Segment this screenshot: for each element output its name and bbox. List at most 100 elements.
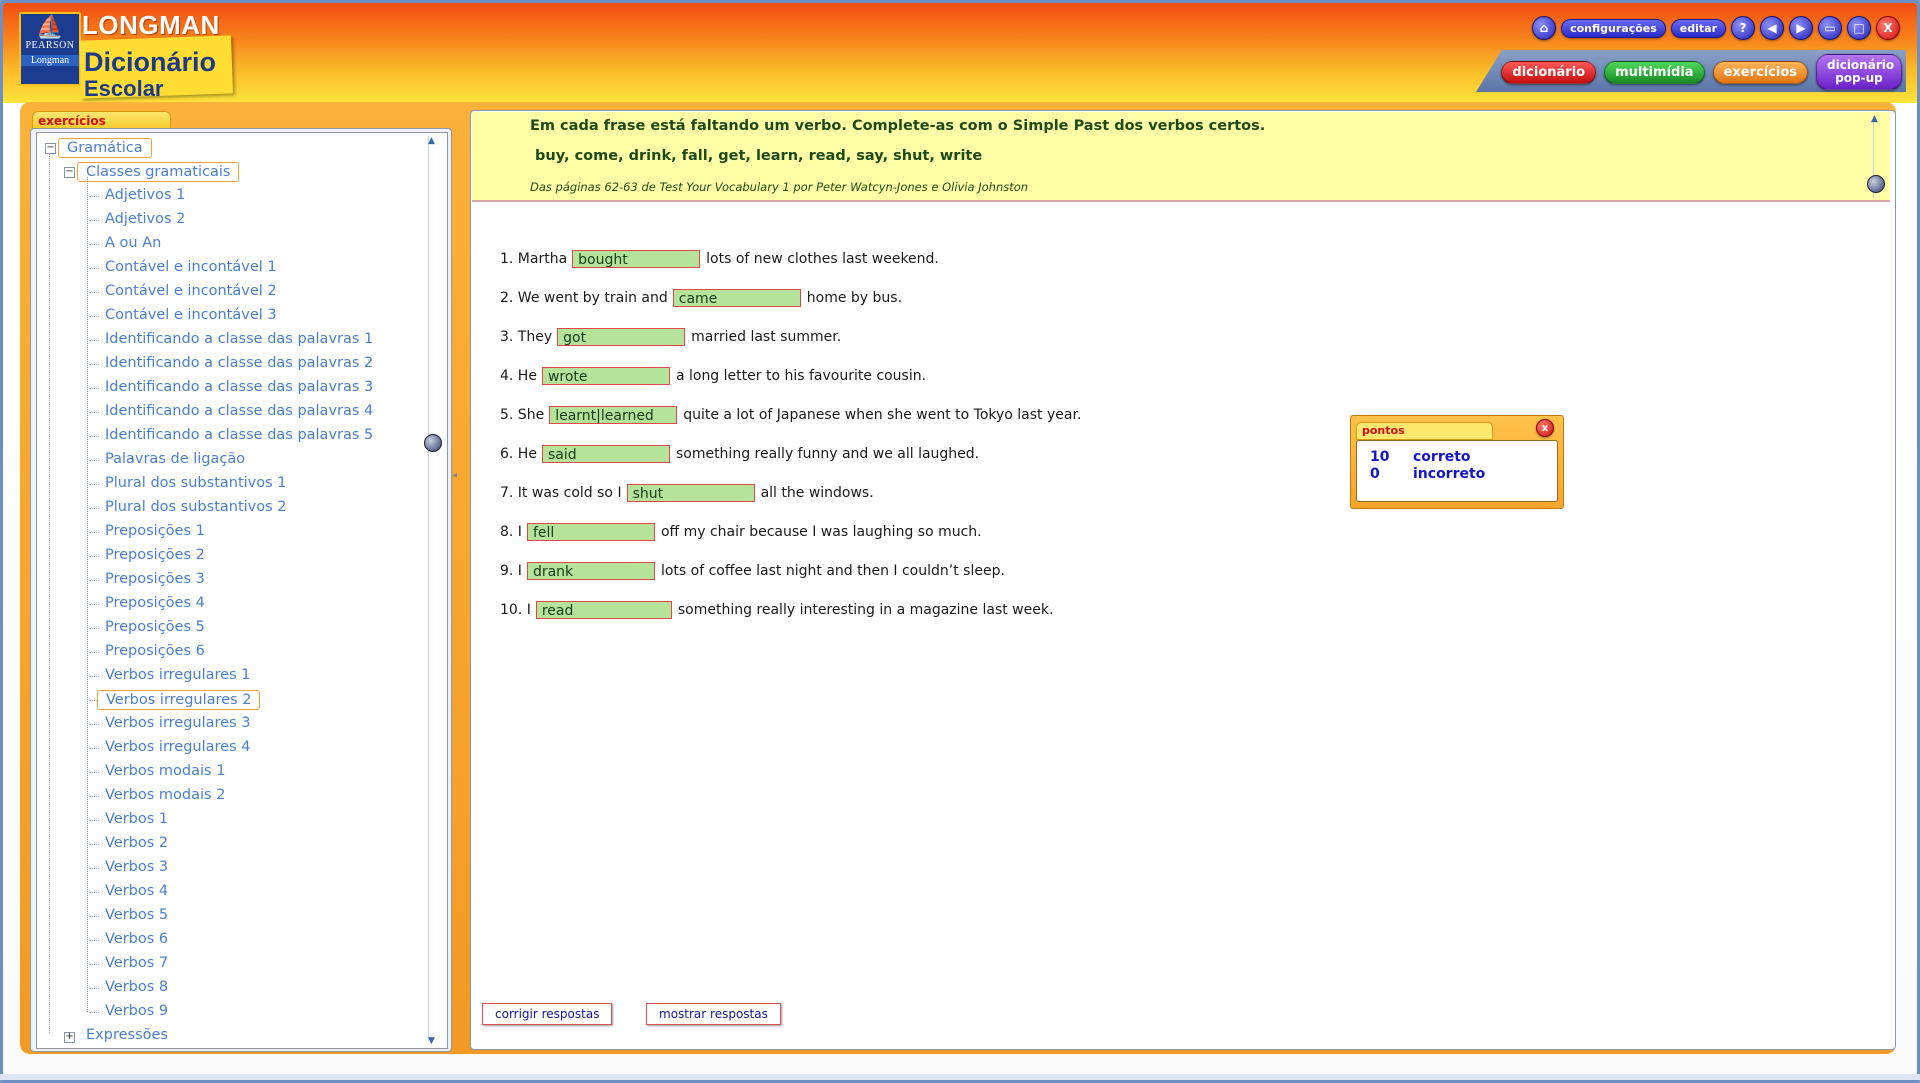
tree-group-classes[interactable]: Classes gramaticais — [77, 162, 240, 182]
sidebar-item[interactable]: Preposições 5 — [105, 618, 205, 636]
main-tabs: dicionário multimídia exercícios dicioná… — [1501, 54, 1902, 90]
instr-scroll-up-icon[interactable]: ▲ — [1871, 114, 1878, 124]
answer-field[interactable]: wrote — [541, 367, 670, 385]
collapse-group-icon[interactable]: − — [64, 167, 75, 178]
answer-field[interactable]: fell — [526, 523, 655, 541]
sidebar-item[interactable]: Plural dos substantivos 1 — [105, 474, 287, 492]
sidebar-item[interactable]: Preposições 6 — [105, 642, 205, 660]
sidebar-item[interactable]: Verbos 3 — [105, 858, 168, 876]
question-prefix: 6. He — [500, 446, 537, 462]
forward-icon[interactable]: ▶ — [1789, 16, 1813, 40]
tab-exercicios[interactable]: exercícios — [1712, 60, 1808, 84]
sidebar-scroll-thumb[interactable] — [424, 434, 442, 452]
answer-field[interactable]: read — [535, 601, 672, 619]
question-suffix: something really funny and we all laughe… — [675, 446, 980, 462]
close-icon[interactable]: X — [1876, 16, 1900, 40]
sidebar-item[interactable]: Identificando a classe das palavras 2 — [105, 354, 373, 372]
question-prefix: 4. He — [500, 368, 537, 384]
answer-field[interactable]: came — [672, 289, 801, 307]
back-icon[interactable]: ◀ — [1760, 16, 1784, 40]
sidebar-scrollbar[interactable] — [428, 136, 437, 1041]
sidebar-item[interactable]: Verbos modais 1 — [105, 762, 225, 780]
scroll-down-icon[interactable]: ▼ — [428, 1036, 435, 1046]
sidebar-item[interactable]: Identificando a classe das palavras 4 — [105, 402, 373, 420]
sidebar-item[interactable]: Verbos irregulares 2 — [97, 690, 261, 710]
sidebar-item[interactable]: Preposições 4 — [105, 594, 205, 612]
minimize-icon[interactable]: ▭ — [1818, 16, 1842, 40]
tree-branch — [89, 196, 99, 197]
tree-branch — [89, 988, 99, 989]
tree-branch — [89, 964, 99, 965]
question-row: 5. She learnt|learned quite a lot of Japan… — [500, 406, 1081, 424]
sidebar-item[interactable]: Preposições 2 — [105, 546, 205, 564]
sidebar-item[interactable]: Verbos 6 — [105, 930, 168, 948]
sidebar-item[interactable]: Verbos 4 — [105, 882, 168, 900]
sidebar-item[interactable]: Contável e incontável 2 — [105, 282, 277, 300]
sidebar-item[interactable]: Verbos 7 — [105, 954, 168, 972]
sidebar-item[interactable]: Verbos 2 — [105, 834, 168, 852]
sidebar-item[interactable]: Contável e incontável 1 — [105, 258, 277, 276]
tree-branch — [89, 748, 99, 749]
maximize-icon[interactable]: □ — [1847, 16, 1871, 40]
answer-field[interactable]: bought — [572, 250, 701, 268]
help-icon[interactable]: ? — [1731, 16, 1755, 40]
question-suffix: home by bus. — [806, 290, 903, 306]
tree-branch — [89, 844, 99, 845]
question-row: 3. They got married last summer. — [500, 328, 841, 346]
tree-item-expressoes[interactable]: Expressões — [86, 1026, 168, 1044]
answer-field[interactable]: learnt|learned — [549, 406, 678, 424]
correct-count: 10 — [1370, 449, 1390, 465]
answer-field[interactable]: drank — [526, 562, 655, 580]
sidebar-item[interactable]: Preposições 1 — [105, 522, 205, 540]
brand-line2: Escolar — [84, 76, 164, 101]
sidebar-item[interactable]: Verbos irregulares 3 — [105, 714, 250, 732]
check-answers-button[interactable]: corrigir respostas — [482, 1003, 613, 1025]
question-prefix: 8. I — [500, 524, 522, 540]
tab-multimidia[interactable]: multimídia — [1604, 60, 1705, 84]
sidebar-item[interactable]: Verbos 1 — [105, 810, 168, 828]
answer-field[interactable]: got — [557, 328, 686, 346]
home-icon[interactable]: ⌂ — [1532, 16, 1557, 40]
sidebar-item[interactable]: Verbos 5 — [105, 906, 168, 924]
sidebar-item[interactable]: Adjetivos 2 — [105, 210, 185, 228]
sidebar-item[interactable]: Plural dos substantivos 2 — [105, 498, 287, 516]
scroll-up-icon[interactable]: ▲ — [428, 136, 435, 146]
sidebar-item[interactable]: A ou An — [105, 234, 161, 252]
sidebar-item[interactable]: Verbos irregulares 1 — [105, 666, 250, 684]
answer-field[interactable]: said — [541, 445, 670, 463]
editar-button[interactable]: editar — [1670, 18, 1726, 38]
sidebar-item[interactable]: Verbos 8 — [105, 978, 168, 996]
tab-dicionario-popup[interactable]: dicionário pop-up — [1816, 54, 1902, 90]
tree-branch — [89, 580, 99, 581]
tree-branch — [89, 1012, 99, 1013]
sidebar-item[interactable]: Identificando a classe das palavras 3 — [105, 378, 373, 396]
sidebar-item[interactable]: Palavras de ligação — [105, 450, 245, 468]
splitter-handle[interactable]: ◂ — [452, 470, 457, 481]
question-row: 9. Idrank lots of coffee last night and t… — [500, 562, 1005, 580]
question-row: 2. We went by train and came home by bus. — [500, 289, 902, 307]
expand-expressoes-icon[interactable]: + — [64, 1032, 75, 1043]
sidebar-item[interactable]: Contável e incontável 3 — [105, 306, 277, 324]
tree-branch — [89, 532, 99, 533]
sidebar-item[interactable]: Preposições 3 — [105, 570, 205, 588]
instruction-scroll-thumb[interactable] — [1867, 175, 1885, 193]
question-row: 6. He said something really funny and we a… — [500, 445, 979, 463]
tree-root-gramatica[interactable]: Gramática — [58, 138, 152, 158]
answer-field[interactable]: shut — [626, 484, 755, 502]
tree-branch — [89, 508, 99, 509]
sidebar-item[interactable]: Verbos modais 2 — [105, 786, 225, 804]
tab-dicionario[interactable]: dicionário — [1501, 60, 1597, 84]
tree-branch — [89, 436, 99, 437]
pearson-logo: ⛵ PEARSON Longman — [19, 12, 81, 86]
sidebar-item[interactable]: Identificando a classe das palavras 5 — [105, 426, 373, 444]
sidebar-item[interactable]: Verbos irregulares 4 — [105, 738, 250, 756]
sidebar-item[interactable]: Adjetivos 1 — [105, 186, 185, 204]
configuracoes-button[interactable]: configurações — [1561, 18, 1666, 38]
show-answers-button[interactable]: mostrar respostas — [646, 1003, 781, 1025]
collapse-root-icon[interactable]: − — [45, 143, 56, 154]
sidebar-item[interactable]: Identificando a classe das palavras 1 — [105, 330, 373, 348]
sidebar-item[interactable]: Verbos 9 — [105, 1002, 168, 1020]
question-prefix: 1. Martha — [500, 251, 568, 267]
ship-icon: ⛵ — [36, 14, 64, 39]
score-close-icon[interactable]: x — [1536, 419, 1554, 437]
